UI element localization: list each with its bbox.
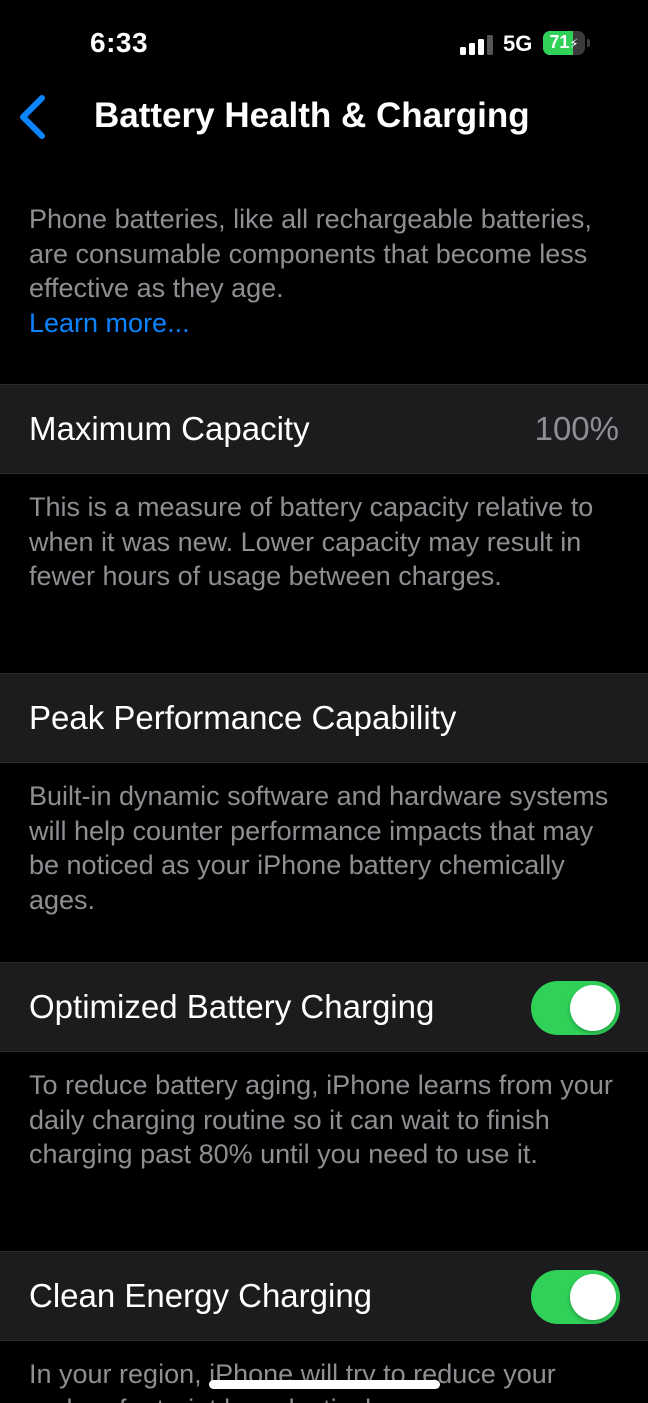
chevron-left-icon: [20, 95, 45, 139]
back-button[interactable]: [14, 94, 54, 140]
optimized-charging-row: Optimized Battery Charging: [0, 962, 648, 1052]
battery-health-screen: 6:33 5G 71⚡ Battery Health & Charging Ph…: [0, 0, 648, 1403]
clean-energy-row: Clean Energy Charging: [0, 1251, 648, 1341]
status-time: 6:33: [90, 27, 149, 58]
network-type: 5G: [503, 31, 533, 56]
battery-percent: 71: [549, 32, 570, 52]
toggle-knob: [570, 1274, 616, 1320]
peak-performance-row: Peak Performance Capability: [0, 673, 648, 763]
peak-performance-label: Peak Performance Capability: [29, 699, 457, 736]
page-title: Battery Health & Charging: [94, 96, 530, 135]
charging-bolt-icon: ⚡: [569, 36, 579, 51]
maximum-capacity-label: Maximum Capacity: [29, 410, 310, 447]
peak-performance-footer: Built-in dynamic software and hardware s…: [29, 781, 609, 915]
maximum-capacity-footer: This is a measure of battery capacity re…: [29, 492, 594, 591]
optimized-charging-label: Optimized Battery Charging: [29, 988, 435, 1025]
clean-energy-toggle[interactable]: [531, 1270, 620, 1324]
maximum-capacity-row: Maximum Capacity 100%: [0, 384, 648, 474]
cellular-signal-icon: [460, 35, 494, 55]
optimized-charging-toggle[interactable]: [531, 981, 620, 1035]
maximum-capacity-value: 100%: [534, 410, 619, 447]
toggle-knob: [570, 985, 616, 1031]
intro-text: Phone batteries, like all rechargeable b…: [29, 204, 592, 303]
intro-description: Phone batteries, like all rechargeable b…: [29, 202, 629, 340]
home-indicator[interactable]: [209, 1380, 440, 1389]
learn-more-link[interactable]: Learn more...: [29, 308, 190, 338]
battery-icon: 71⚡: [543, 31, 591, 55]
optimized-charging-footer: To reduce battery aging, iPhone learns f…: [29, 1070, 613, 1169]
status-bar: 6:33 5G 71⚡: [0, 0, 648, 80]
clean-energy-label: Clean Energy Charging: [29, 1277, 373, 1314]
